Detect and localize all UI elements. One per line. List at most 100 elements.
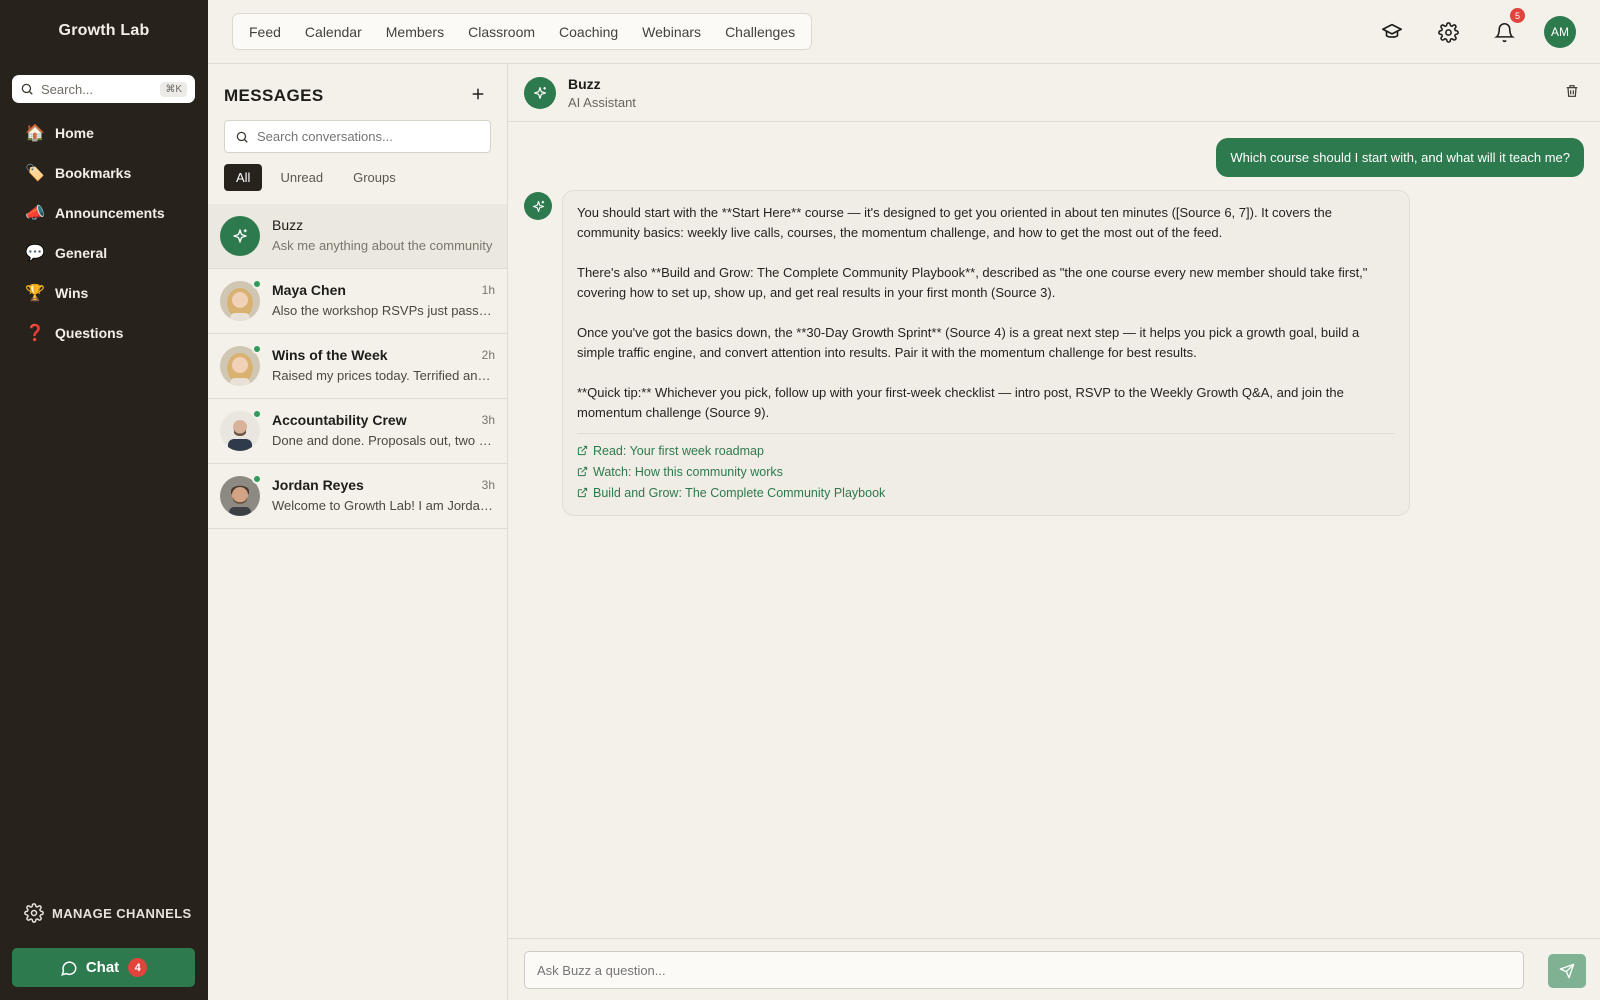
graduation-cap-icon (1382, 23, 1402, 38)
online-indicator (252, 344, 262, 354)
assistant-message: You should start with the **Start Here**… (562, 190, 1410, 516)
sidebar-item-bookmarks[interactable]: 🏷️ Bookmarks (12, 153, 195, 193)
sidebar-item-label: Announcements (55, 205, 165, 221)
bell-icon (1493, 22, 1515, 42)
sidebar-item-label: Wins (55, 285, 89, 301)
assistant-paragraph: Once you've got the basics down, the **3… (577, 325, 1360, 360)
online-indicator (252, 279, 262, 289)
buzz-avatar (524, 77, 556, 109)
send-button[interactable] (1548, 954, 1586, 988)
assistant-paragraph: There's also **Build and Grow: The Compl… (577, 265, 1368, 300)
gear-icon (24, 903, 44, 923)
trophy-icon: 🏆 (25, 285, 45, 302)
source-links: Read: Your first week roadmap Watch: How… (577, 433, 1395, 503)
tab-calendar[interactable]: Calendar (293, 24, 374, 40)
top-actions: 5 AM (1352, 8, 1576, 48)
sidebar-item-wins[interactable]: 🏆 Wins (12, 273, 195, 313)
chat-header: Buzz AI Assistant (508, 64, 1600, 122)
tab-webinars[interactable]: Webinars (630, 24, 713, 40)
chat-button[interactable]: Chat 4 (12, 948, 195, 987)
gear-icon (1437, 21, 1459, 43)
composer (508, 938, 1600, 1000)
message-filters: All Unread Groups (224, 164, 414, 191)
sidebar-search-placeholder: Search... (41, 81, 94, 97)
sidebar-item-label: Bookmarks (55, 165, 132, 181)
notification-count-badge: 5 (1510, 8, 1525, 23)
plus-icon (472, 88, 484, 100)
tag-icon: 🏷️ (25, 165, 45, 182)
chat-bubble-icon (60, 960, 77, 976)
delete-chat-button[interactable] (1564, 83, 1580, 104)
question-mark-icon: ❓ (25, 325, 45, 342)
tab-feed[interactable]: Feed (237, 24, 293, 40)
conversation-name: Jordan Reyes (272, 477, 364, 493)
classroom-button[interactable] (1376, 16, 1408, 48)
user-avatar[interactable]: AM (1544, 16, 1576, 48)
sidebar-item-general[interactable]: 💬 General (12, 233, 195, 273)
sidebar-item-label: Home (55, 125, 94, 141)
external-link-icon (577, 487, 588, 498)
sparkle-icon (233, 229, 247, 243)
conversation-preview: Also the workshop RSVPs just passed 100! (272, 303, 494, 318)
sidebar-item-label: General (55, 245, 108, 261)
chat-count-badge: 4 (128, 958, 148, 977)
chat-panel: Buzz AI Assistant Which course should I … (508, 64, 1600, 1000)
conversation-accountability-crew[interactable]: Accountability Crew 3h Done and done. Pr… (208, 399, 507, 464)
search-shortcut: ⌘K (160, 81, 187, 97)
conversation-time: 3h (481, 413, 495, 427)
external-link-icon (577, 466, 588, 477)
send-icon (1559, 963, 1575, 979)
ask-buzz-input[interactable] (524, 951, 1524, 989)
sidebar-item-announcements[interactable]: 📣 Announcements (12, 193, 195, 233)
sidebar-search[interactable]: Search... ⌘K (12, 75, 195, 103)
sidebar-item-home[interactable]: 🏠 Home (12, 113, 195, 153)
assistant-paragraph: You should start with the **Start Here**… (577, 205, 1332, 240)
conversation-buzz[interactable]: Buzz Ask me anything about the community (208, 204, 507, 269)
search-icon (236, 131, 248, 143)
external-link-icon (577, 445, 588, 456)
tab-classroom[interactable]: Classroom (456, 24, 547, 40)
new-message-button[interactable] (466, 82, 490, 106)
conversation-preview: Welcome to Growth Lab! I am Jordan, the … (272, 498, 494, 513)
conversation-name: Buzz (272, 217, 304, 233)
chat-subtitle: AI Assistant (568, 95, 636, 110)
conversation-search-input[interactable] (257, 129, 480, 144)
sparkle-icon (534, 87, 546, 99)
brand-name[interactable]: Growth Lab (0, 22, 208, 40)
filter-groups[interactable]: Groups (341, 164, 408, 191)
sidebar-item-questions[interactable]: ❓ Questions (12, 313, 195, 353)
filter-all[interactable]: All (224, 164, 263, 191)
buzz-message-avatar (524, 192, 552, 220)
sparkle-icon (532, 200, 544, 212)
conversation-name: Accountability Crew (272, 412, 407, 428)
user-message: Which course should I start with, and wh… (1216, 138, 1584, 177)
tab-members[interactable]: Members (374, 24, 456, 40)
tab-coaching[interactable]: Coaching (547, 24, 630, 40)
assistant-paragraph: **Quick tip:** Whichever you pick, follo… (577, 385, 1344, 420)
trash-icon (1566, 85, 1578, 97)
notifications-button[interactable]: 5 (1488, 8, 1525, 48)
chat-button-label: Chat (85, 959, 120, 976)
tab-challenges[interactable]: Challenges (713, 24, 807, 40)
source-link-community-works[interactable]: Watch: How this community works (577, 461, 1395, 482)
conversation-search (224, 120, 491, 153)
filter-unread[interactable]: Unread (268, 164, 335, 191)
conversation-preview: Ask me anything about the community (272, 238, 493, 253)
conversation-maya-chen[interactable]: Maya Chen 1h Also the workshop RSVPs jus… (208, 269, 507, 334)
source-link-label: Build and Grow: The Complete Community P… (593, 485, 886, 500)
messages-panel: MESSAGES All Unread Groups Buzz Ask me a… (208, 64, 508, 1000)
source-link-label: Watch: How this community works (593, 464, 783, 479)
conversation-wins-of-the-week[interactable]: Wins of the Week 2h Raised my prices tod… (208, 334, 507, 399)
conversation-jordan-reyes[interactable]: Jordan Reyes 3h Welcome to Growth Lab! I… (208, 464, 507, 529)
left-sidebar: Growth Lab Search... ⌘K 🏠 Home 🏷️ Bookma… (0, 0, 208, 1000)
search-icon (21, 83, 33, 95)
settings-button[interactable] (1432, 16, 1464, 48)
online-indicator (252, 409, 262, 419)
source-link-roadmap[interactable]: Read: Your first week roadmap (577, 440, 1395, 461)
speech-bubble-icon: 💬 (25, 245, 45, 262)
online-indicator (252, 474, 262, 484)
source-link-playbook[interactable]: Build and Grow: The Complete Community P… (577, 482, 1395, 503)
megaphone-icon: 📣 (25, 205, 45, 222)
conversation-name: Maya Chen (272, 282, 346, 298)
manage-channels-button[interactable]: MANAGE CHANNELS (24, 903, 192, 923)
